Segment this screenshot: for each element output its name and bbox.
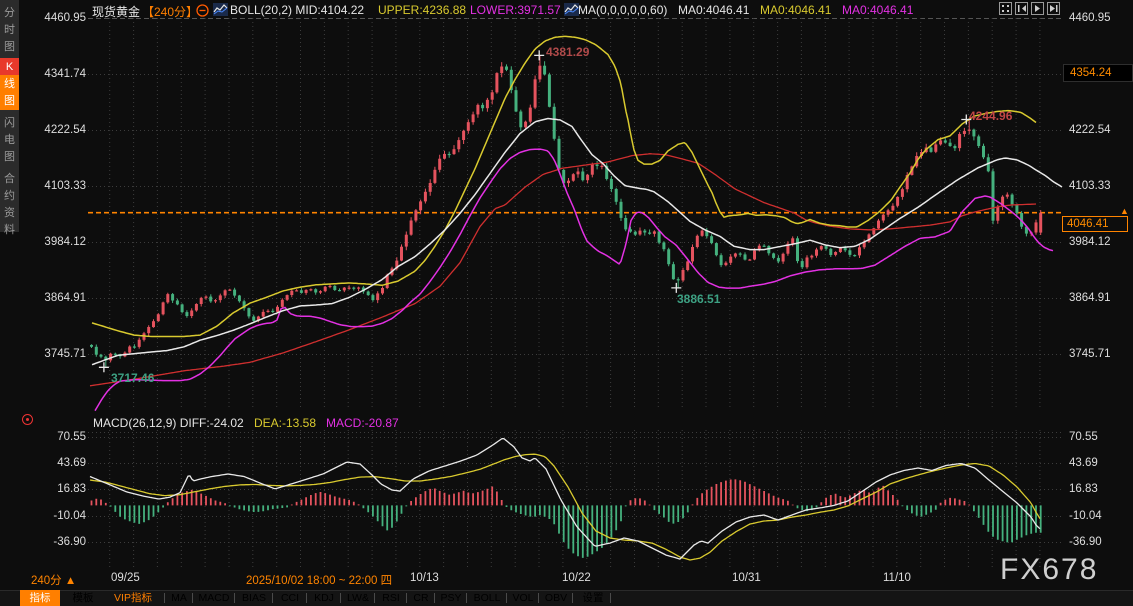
svg-text:3717.46: 3717.46 [111, 371, 155, 385]
svg-text:4381.29: 4381.29 [546, 45, 590, 59]
svg-text:3886.51: 3886.51 [677, 292, 721, 306]
svg-text:4244.96: 4244.96 [969, 109, 1013, 123]
